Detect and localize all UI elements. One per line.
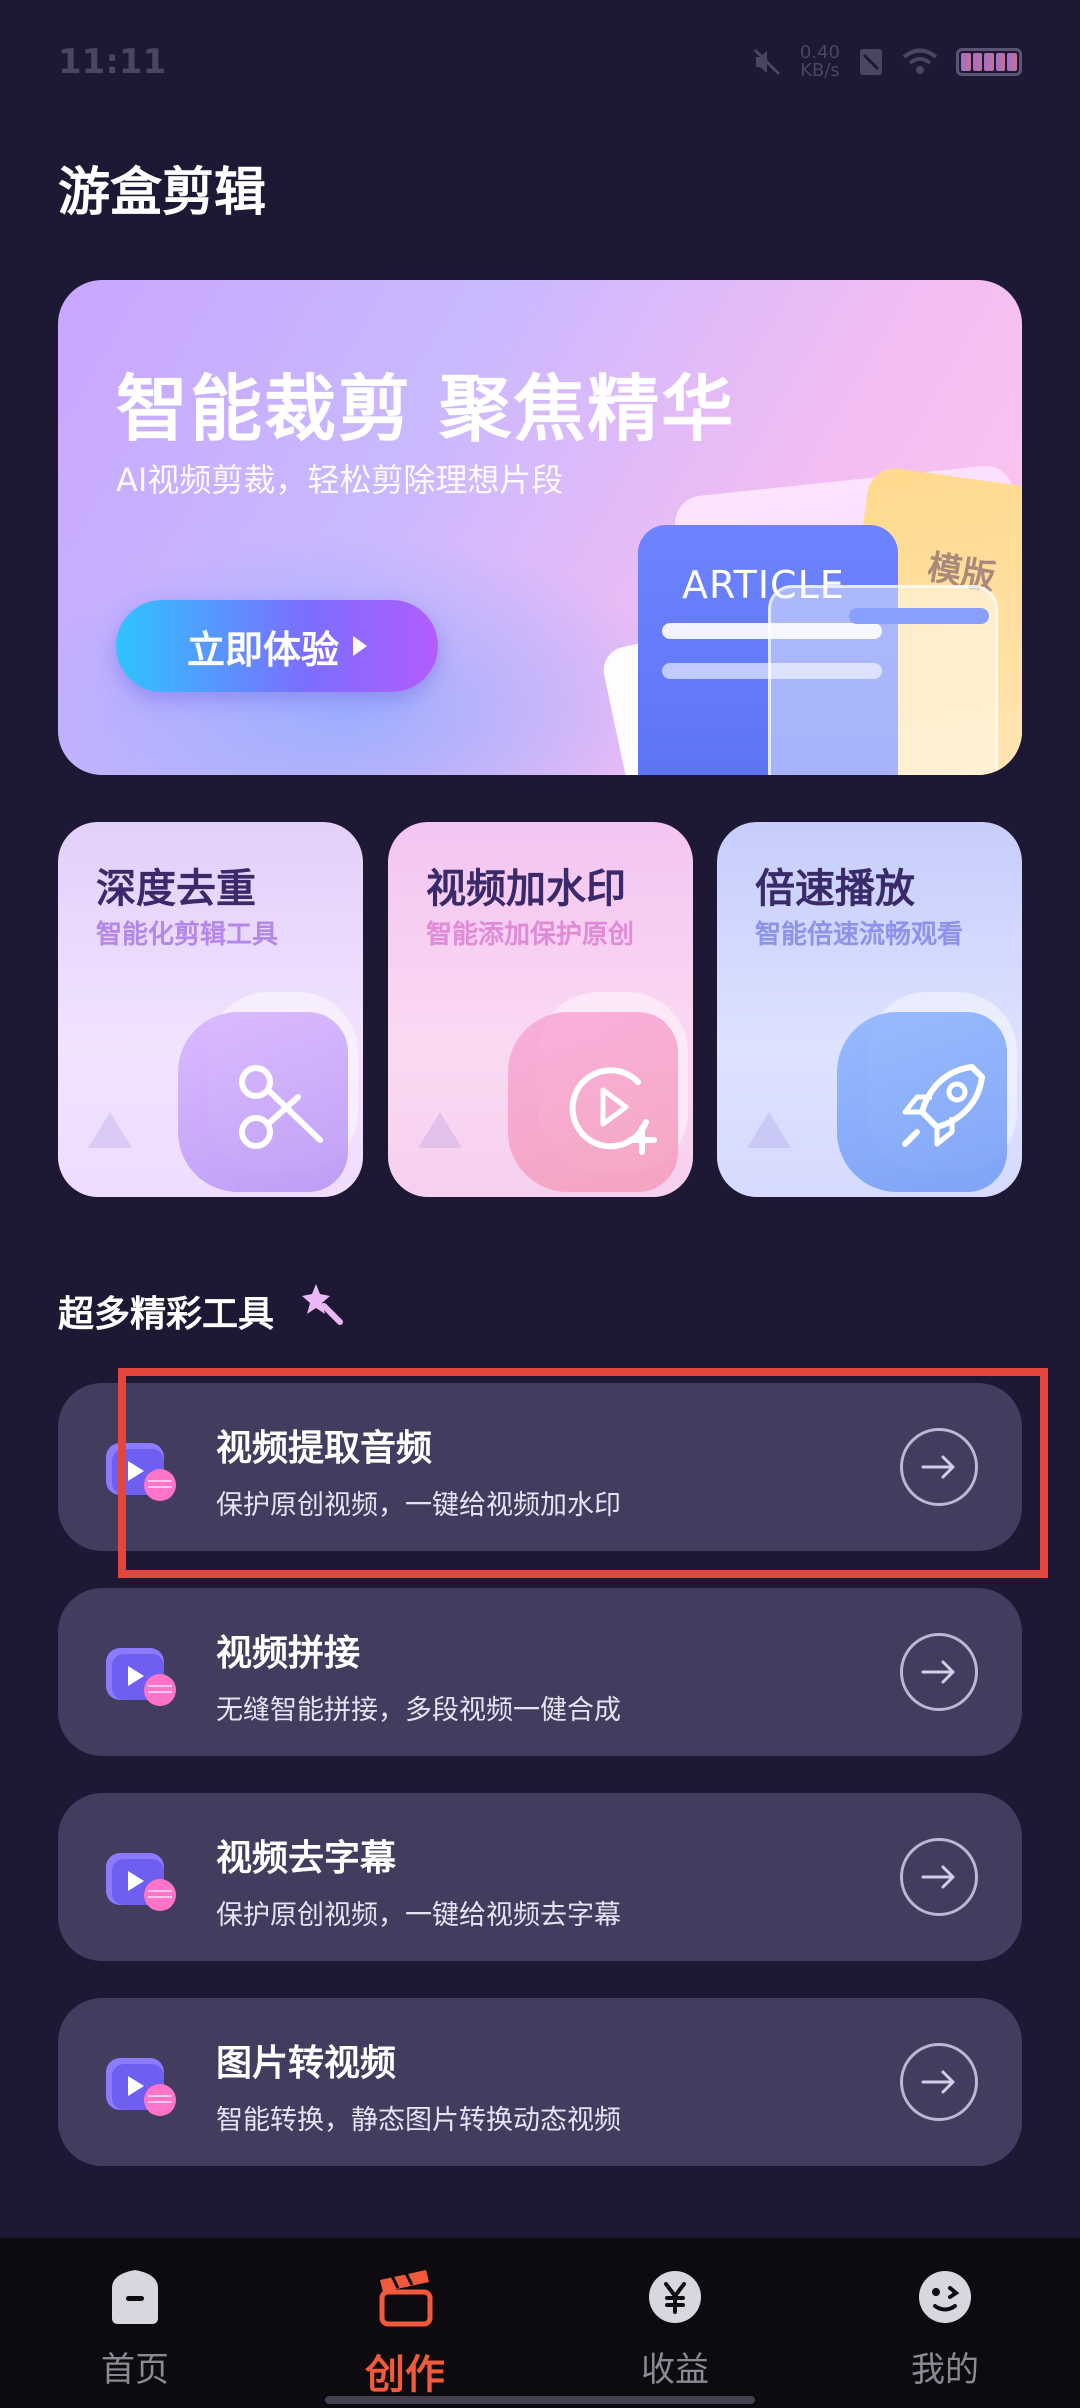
play-add-icon xyxy=(569,1067,657,1155)
nav-item-create[interactable]: 创作 xyxy=(325,2266,485,2400)
mute-icon xyxy=(753,48,780,76)
feature-card-title: 视频加水印 xyxy=(426,866,626,912)
home-indicator xyxy=(325,2396,755,2404)
tool-name: 视频去字幕 xyxy=(216,1838,397,1879)
feature-card-speed[interactable]: 倍速播放 智能倍速流畅观看 xyxy=(717,822,1022,1197)
status-time: 11:11 xyxy=(58,42,167,82)
banner-doc-glass xyxy=(768,585,998,775)
video-tool-icon xyxy=(106,1853,176,1911)
battery-icon xyxy=(956,48,1022,76)
tool-name: 图片转视频 xyxy=(216,2043,397,2084)
tool-description: 保护原创视频，一键给视频去字幕 xyxy=(216,1900,621,1931)
home-icon xyxy=(112,2270,158,2324)
video-tool-icon xyxy=(106,2058,176,2116)
arrow-right-icon[interactable] xyxy=(900,1633,978,1711)
app-title: 游盒剪辑 xyxy=(58,163,267,223)
tool-item-image-to-video[interactable]: 图片转视频 智能转换，静态图片转换动态视频 xyxy=(58,1998,1022,2166)
tool-description: 无缝智能拼接，多段视频一健合成 xyxy=(216,1695,621,1726)
feature-card-subtitle: 智能倍速流畅观看 xyxy=(755,920,964,950)
tool-description: 智能转换，静态图片转换动态视频 xyxy=(216,2105,621,2136)
nav-item-earnings[interactable]: 收益 xyxy=(595,2266,755,2391)
play-triangle-icon xyxy=(353,636,367,656)
screen: 11:11 0.40 KB/s 游盒剪辑 模版 ARTICLE 智能裁剪 聚焦精… xyxy=(0,0,1080,2408)
network-speed-unit: KB/s xyxy=(800,60,840,81)
rocket-icon xyxy=(902,1064,985,1147)
bottom-nav: 首页 创作 收益 我的 xyxy=(0,2238,1080,2408)
smiley-icon xyxy=(919,2271,971,2323)
try-now-label: 立即体验 xyxy=(186,627,339,672)
nav-label: 收益 xyxy=(641,2350,709,2390)
nav-label: 首页 xyxy=(101,2350,169,2390)
nav-label: 创作 xyxy=(365,2352,445,2398)
feature-card-subtitle: 智能化剪辑工具 xyxy=(96,920,279,950)
feature-card-dedup[interactable]: 深度去重 智能化剪辑工具 xyxy=(58,822,363,1197)
arrow-right-icon[interactable] xyxy=(900,2043,978,2121)
feature-card-subtitle: 智能添加保护原创 xyxy=(426,920,635,950)
banner-title: 智能裁剪 聚焦精华 xyxy=(116,367,736,451)
arrow-right-icon[interactable] xyxy=(900,1838,978,1916)
promo-banner[interactable]: 模版 ARTICLE 智能裁剪 聚焦精华 AI视频剪裁，轻松剪除理想片段 立即体… xyxy=(58,280,1022,775)
nav-item-home[interactable]: 首页 xyxy=(55,2266,215,2391)
tool-item-concat[interactable]: 视频拼接 无缝智能拼接，多段视频一健合成 xyxy=(58,1588,1022,1756)
status-icons: 0.40 KB/s xyxy=(752,44,1022,80)
feature-card-title: 深度去重 xyxy=(96,866,256,912)
magic-wand-icon xyxy=(302,1284,343,1325)
scissors-icon xyxy=(239,1065,323,1149)
feature-card-title: 倍速播放 xyxy=(755,866,915,912)
clapperboard-icon xyxy=(379,2270,433,2327)
tools-section-title: 超多精彩工具 xyxy=(58,1294,275,1335)
nav-item-profile[interactable]: 我的 xyxy=(865,2266,1025,2391)
sim-icon xyxy=(860,49,882,75)
highlight-box xyxy=(118,1368,1048,1578)
feature-card-watermark[interactable]: 视频加水印 智能添加保护原创 xyxy=(388,822,693,1197)
tool-name: 视频拼接 xyxy=(216,1633,361,1674)
status-bar: 11:11 0.40 KB/s xyxy=(0,0,1080,120)
nav-label: 我的 xyxy=(911,2350,979,2390)
try-now-button[interactable]: 立即体验 xyxy=(116,600,438,692)
video-tool-icon xyxy=(106,1648,176,1706)
tool-item-remove-subtitles[interactable]: 视频去字幕 保护原创视频，一键给视频去字幕 xyxy=(58,1793,1022,1961)
banner-subtitle: AI视频剪裁，轻松剪除理想片段 xyxy=(116,461,564,499)
wifi-icon xyxy=(902,48,938,74)
network-speed: 0.40 KB/s xyxy=(800,44,840,80)
yuan-coin-icon xyxy=(649,2271,701,2323)
